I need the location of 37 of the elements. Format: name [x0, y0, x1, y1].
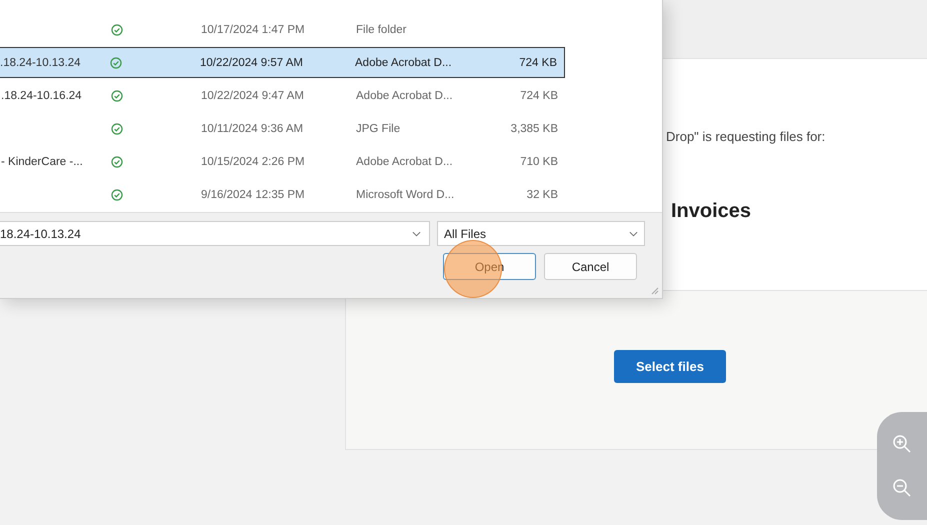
select-files-button[interactable]: Select files: [614, 350, 726, 383]
file-size: 710 KB: [520, 156, 558, 168]
file-row[interactable]: 10/17/2024 1:47 PM File folder: [0, 14, 565, 45]
dropdown-caret-icon: [629, 230, 638, 236]
file-row[interactable]: .18.24-10.16.24 10/22/2024 9:47 AM Adobe Acrobat D... 724 KB: [0, 80, 565, 111]
zoom-out-icon[interactable]: [892, 478, 912, 498]
file-row[interactable]: 10/11/2024 9:36 AM JPG File 3,385 KB: [0, 113, 565, 144]
file-size: 724 KB: [520, 90, 558, 102]
file-row[interactable]: .18.24-10.13.24 10/22/2024 9:57 AM Adobe Acrobat D... 724 KB: [0, 47, 565, 78]
zoom-in-icon[interactable]: [892, 434, 912, 454]
file-size: 32 KB: [526, 188, 558, 200]
file-name: .18.24-10.16.24: [1, 90, 82, 102]
file-date: 10/17/2024 1:47 PM: [201, 24, 306, 36]
cancel-button[interactable]: Cancel: [544, 253, 637, 280]
dropdown-caret-icon: [412, 230, 421, 236]
file-type: Adobe Acrobat D...: [356, 156, 454, 168]
file-type-dropdown[interactable]: All Files: [437, 221, 645, 246]
file-date: 9/16/2024 12:35 PM: [201, 188, 306, 200]
file-name: - KinderCare -...: [1, 156, 83, 168]
file-type: Adobe Acrobat D...: [355, 56, 453, 68]
file-row[interactable]: 9/16/2024 12:35 PM Microsoft Word D... 32 KB: [0, 179, 565, 210]
file-type: Adobe Acrobat D...: [356, 90, 454, 102]
request-heading: Invoices: [671, 200, 752, 223]
file-date: 10/22/2024 9:47 AM: [201, 90, 305, 102]
file-date: 10/11/2024 9:36 AM: [201, 122, 304, 134]
file-date: 10/22/2024 9:57 AM: [200, 56, 304, 68]
file-date: 10/15/2024 2:26 PM: [201, 156, 306, 168]
request-text: Drop" is requesting files for:: [666, 129, 826, 144]
file-type: Microsoft Word D...: [356, 188, 456, 200]
file-type: File folder: [356, 24, 408, 36]
file-row[interactable]: - KinderCare -... 10/15/2024 2:26 PM Adobe Acrobat D... 710 KB: [0, 146, 565, 177]
resize-grip-icon[interactable]: [651, 287, 659, 295]
file-type: JPG File: [356, 122, 402, 134]
file-size: 3,385 KB: [510, 122, 558, 134]
file-name-field[interactable]: 18.24-10.13.24: [0, 221, 430, 246]
file-name: .18.24-10.13.24: [0, 56, 81, 68]
file-size: 724 KB: [519, 56, 557, 68]
